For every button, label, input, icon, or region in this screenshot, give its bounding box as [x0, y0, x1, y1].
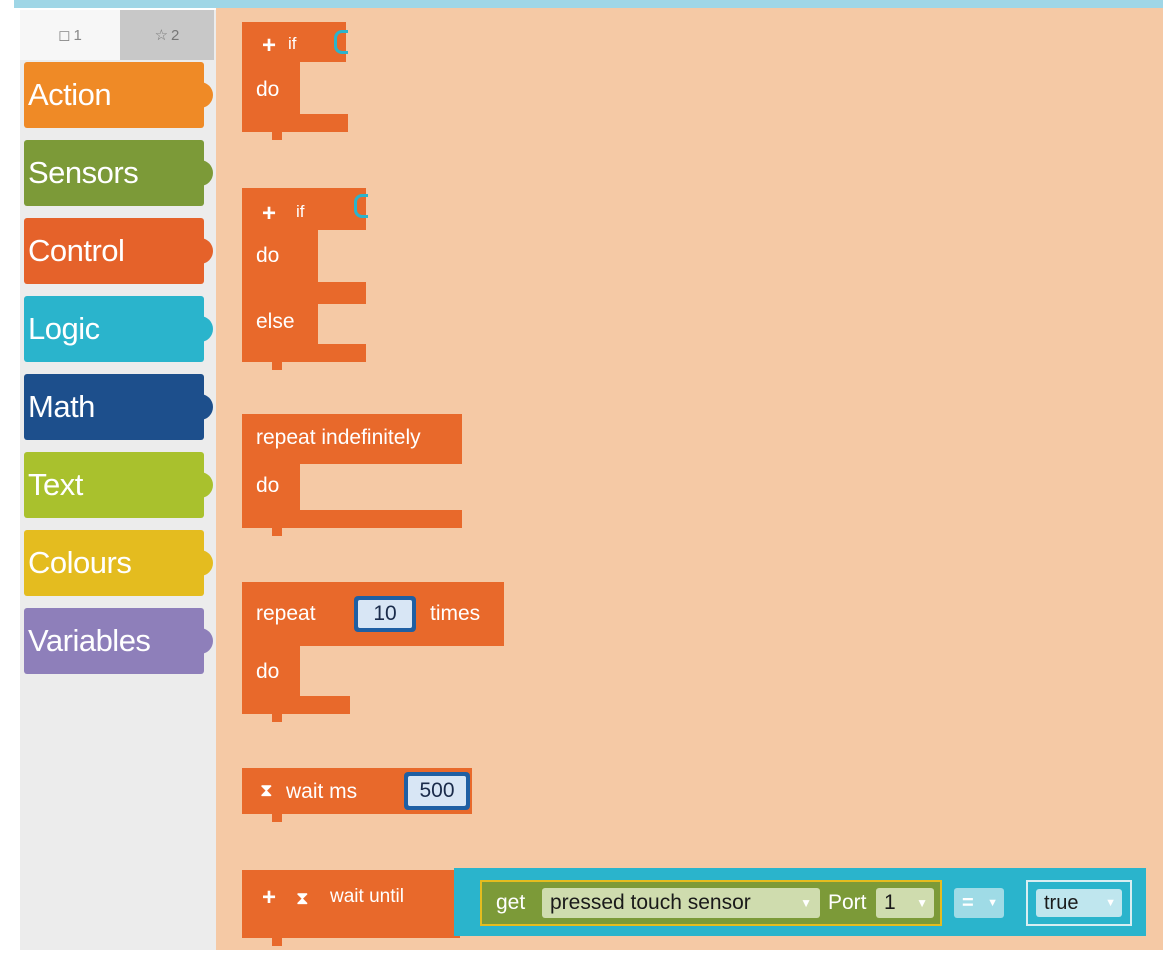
operator-dropdown[interactable]: = ▼ [954, 888, 1004, 918]
category-control-label: Control [28, 233, 125, 268]
operator-value: = [962, 891, 974, 914]
boolean-block[interactable]: true ▼ [1026, 880, 1132, 926]
wait-ms-field[interactable]: 500 [404, 772, 470, 810]
connector-nub [199, 472, 213, 498]
category-text-label: Text [28, 467, 83, 502]
do-label: do [256, 474, 280, 497]
condition-input-socket[interactable] [354, 194, 368, 218]
sensor-value: pressed touch sensor [550, 891, 751, 914]
next-connector [272, 714, 282, 722]
category-sensors-label: Sensors [28, 155, 139, 190]
next-connector [272, 528, 282, 536]
if-else-footer [242, 344, 366, 362]
top-border [14, 0, 1163, 8]
blockly-editor: ◻ 1 ☆ 2 Action Sensors Control Logic Mat… [0, 0, 1163, 955]
tab-1[interactable]: ◻ 1 [20, 10, 120, 60]
star-icon: ☆ [154, 27, 169, 44]
toolbox-sidebar: ◻ 1 ☆ 2 Action Sensors Control Logic Mat… [20, 10, 216, 950]
else-label: else [256, 310, 295, 333]
plus-icon[interactable]: + [262, 200, 276, 228]
category-text[interactable]: Text [24, 452, 213, 518]
next-connector [272, 814, 282, 822]
port-label: Port [828, 891, 867, 914]
plus-icon[interactable]: + [262, 32, 276, 60]
if-else-mid [242, 282, 366, 304]
hourglass-icon: ⧗ [296, 888, 309, 908]
if-block-footer [242, 114, 348, 132]
connector-nub [199, 238, 213, 264]
do-label: do [256, 660, 280, 683]
hourglass-icon: ⧗ [260, 780, 273, 800]
wait-ms-label: wait ms [286, 780, 358, 803]
connector-nub [199, 82, 213, 108]
wait-ms-value: 500 [408, 776, 466, 806]
do-label: do [256, 244, 280, 267]
condition-input-socket[interactable] [334, 30, 348, 54]
tab-1-label: 1 [73, 26, 82, 44]
category-colours[interactable]: Colours [24, 530, 213, 596]
toolbox-tabs: ◻ 1 ☆ 2 [20, 10, 216, 60]
next-connector [272, 362, 282, 370]
next-connector [272, 132, 282, 140]
if-else-do-arm [242, 230, 318, 282]
connector-nub [199, 160, 213, 186]
chevron-down-icon: ▼ [987, 897, 998, 909]
category-colours-label: Colours [28, 545, 132, 580]
port-value: 1 [884, 891, 896, 914]
repeat-forever-label: repeat indefinitely [256, 426, 421, 449]
repeat-forever-footer [242, 510, 462, 528]
connector-nub [199, 628, 213, 654]
category-logic-label: Logic [28, 311, 100, 346]
tab-2-label: 2 [171, 26, 180, 44]
repeat-times-footer [242, 696, 350, 714]
category-logic[interactable]: Logic [24, 296, 213, 362]
tab-2[interactable]: ☆ 2 [120, 10, 214, 60]
port-dropdown[interactable]: 1 ▼ [876, 888, 934, 918]
connector-nub [199, 394, 213, 420]
chevron-down-icon: ▼ [916, 896, 928, 910]
sensor-get-block[interactable]: get pressed touch sensor ▼ Port 1 ▼ [480, 880, 942, 926]
block-workspace[interactable]: + if do + if do else repeat indefinitely [216, 8, 1163, 950]
category-sensors[interactable]: Sensors [24, 140, 213, 206]
category-action-label: Action [28, 77, 112, 112]
repeat-label: repeat [256, 602, 316, 625]
chevron-down-icon: ▼ [800, 896, 812, 910]
repeat-count-field[interactable]: 10 [354, 596, 416, 632]
category-math-label: Math [28, 389, 95, 424]
times-label: times [430, 602, 481, 625]
category-variables[interactable]: Variables [24, 608, 213, 674]
plus-icon[interactable]: + [262, 884, 276, 912]
get-label: get [496, 891, 526, 914]
if-label: if [288, 34, 297, 53]
connector-nub [199, 316, 213, 342]
boolean-dropdown[interactable]: true ▼ [1036, 889, 1122, 917]
category-math[interactable]: Math [24, 374, 213, 440]
category-control[interactable]: Control [24, 218, 213, 284]
category-action[interactable]: Action [24, 62, 213, 128]
boolean-value: true [1044, 891, 1079, 914]
next-connector [272, 938, 282, 946]
connector-nub [199, 550, 213, 576]
chevron-down-icon: ▼ [1105, 897, 1116, 909]
wait-until-label: wait until [330, 886, 404, 907]
category-variables-label: Variables [28, 623, 151, 658]
repeat-count-value: 10 [358, 600, 412, 628]
box-icon: ◻ [58, 27, 71, 44]
if-label: if [296, 202, 305, 221]
compare-block[interactable]: get pressed touch sensor ▼ Port 1 ▼ = ▼ [454, 868, 1146, 936]
sensor-dropdown[interactable]: pressed touch sensor ▼ [542, 888, 820, 918]
do-label: do [256, 78, 280, 101]
